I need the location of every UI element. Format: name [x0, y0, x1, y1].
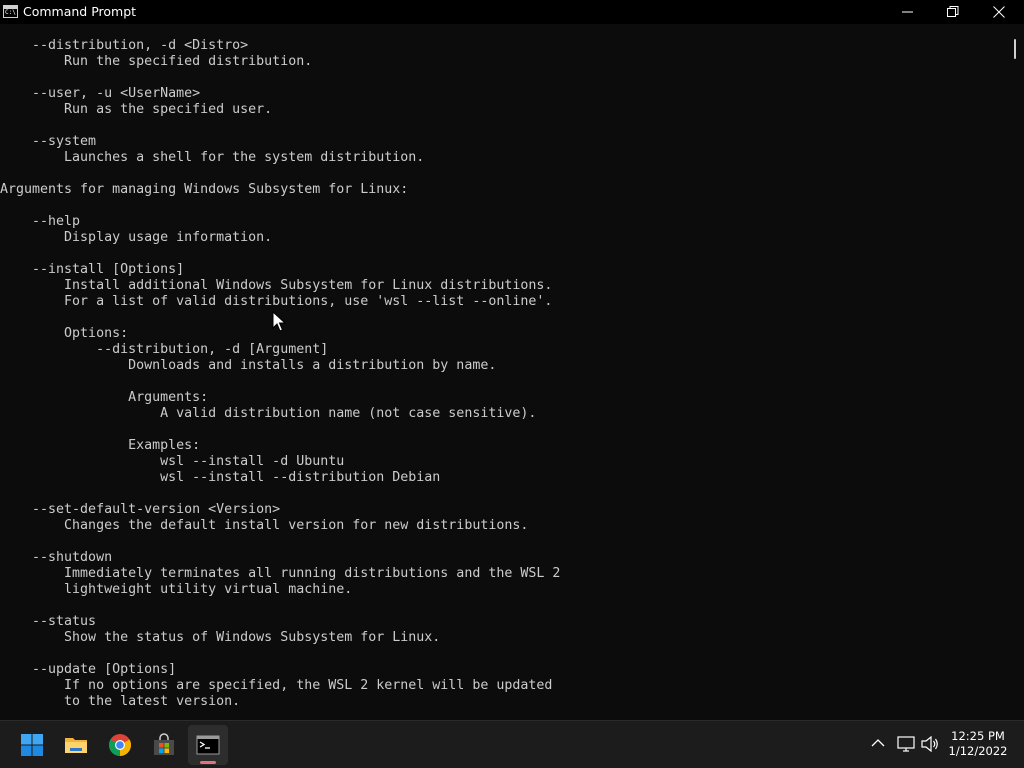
clock-date: 1/12/2022 [948, 744, 1008, 758]
console-line: Immediately terminates all running distr… [0, 566, 561, 581]
active-app-indicator [200, 761, 216, 764]
taskbar: 12:25 PM 1/12/2022 [0, 720, 1024, 768]
console-line: --status [0, 614, 97, 629]
console-line: --set-default-version <Version> [0, 502, 281, 517]
clock-time: 12:25 PM [951, 729, 1005, 743]
chrome-button[interactable] [100, 725, 140, 765]
microsoft-store-button[interactable] [144, 725, 184, 765]
console-line: Run as the specified user. [0, 102, 273, 117]
file-explorer-button[interactable] [56, 725, 96, 765]
console-line: --shutdown [0, 550, 113, 565]
console-line: --update [Options] [0, 662, 177, 677]
command-prompt-icon [196, 735, 220, 755]
console-line: Arguments: [0, 390, 209, 405]
console-line: --distribution, -d <Distro> [0, 38, 249, 53]
chevron-up-icon[interactable] [871, 738, 885, 748]
restore-icon [947, 6, 959, 17]
console-line: --distribution, -d [Argument] [0, 342, 329, 357]
console-line: wsl --install --distribution Debian [0, 470, 441, 485]
vertical-scrollbar[interactable] [1006, 24, 1024, 720]
window-title: Command Prompt [23, 4, 137, 19]
start-button[interactable] [12, 725, 52, 765]
title-bar[interactable]: C:\ Command Prompt [0, 0, 1024, 24]
close-button[interactable] [976, 0, 1022, 24]
console-line: --system [0, 134, 97, 149]
taskbar-clock[interactable]: 12:25 PM 1/12/2022 [936, 729, 1020, 759]
console-line: Run the specified distribution. [0, 54, 313, 69]
console-line: to the latest version. [0, 694, 241, 709]
console-line: For a list of valid distributions, use '… [0, 294, 553, 309]
console-output[interactable]: --distribution, -d <Distro> Run the spec… [0, 24, 1006, 720]
console-line: Downloads and installs a distribution by… [0, 358, 497, 373]
console-line: Arguments for managing Windows Subsystem… [0, 182, 409, 197]
microsoft-store-icon [154, 733, 174, 755]
console-line: Install additional Windows Subsystem for… [0, 278, 553, 293]
console-line: If no options are specified, the WSL 2 k… [0, 678, 553, 693]
console-line: wsl --install -d Ubuntu [0, 454, 345, 469]
console-line: Examples: [0, 438, 201, 453]
console-line: --install [Options] [0, 262, 185, 277]
console-line: Launches a shell for the system distribu… [0, 150, 425, 165]
network-icon[interactable] [897, 736, 915, 752]
command-prompt-taskbar-button[interactable] [188, 725, 228, 765]
cmd-icon: C:\ [3, 5, 18, 18]
console-line: --user, -u <UserName> [0, 86, 201, 101]
mouse-cursor-icon [272, 311, 286, 332]
console-line: A valid distribution name (not case sens… [0, 406, 537, 421]
console-line: --help [0, 214, 81, 229]
start-icon [21, 734, 43, 756]
console-line: lightweight utility virtual machine. [0, 582, 353, 597]
restore-button[interactable] [930, 0, 976, 24]
minimize-button[interactable] [885, 0, 931, 24]
console-line: Changes the default install version for … [0, 518, 529, 533]
console-line: Display usage information. [0, 230, 273, 245]
minimize-icon [902, 11, 913, 13]
console-text: --distribution, -d <Distro> Run the spec… [0, 38, 560, 720]
scrollbar-thumb[interactable] [1014, 39, 1016, 59]
console-line: Show the status of Windows Subsystem for… [0, 630, 441, 645]
chrome-icon [109, 734, 131, 756]
close-icon [993, 6, 1005, 18]
file-explorer-icon [65, 738, 87, 753]
